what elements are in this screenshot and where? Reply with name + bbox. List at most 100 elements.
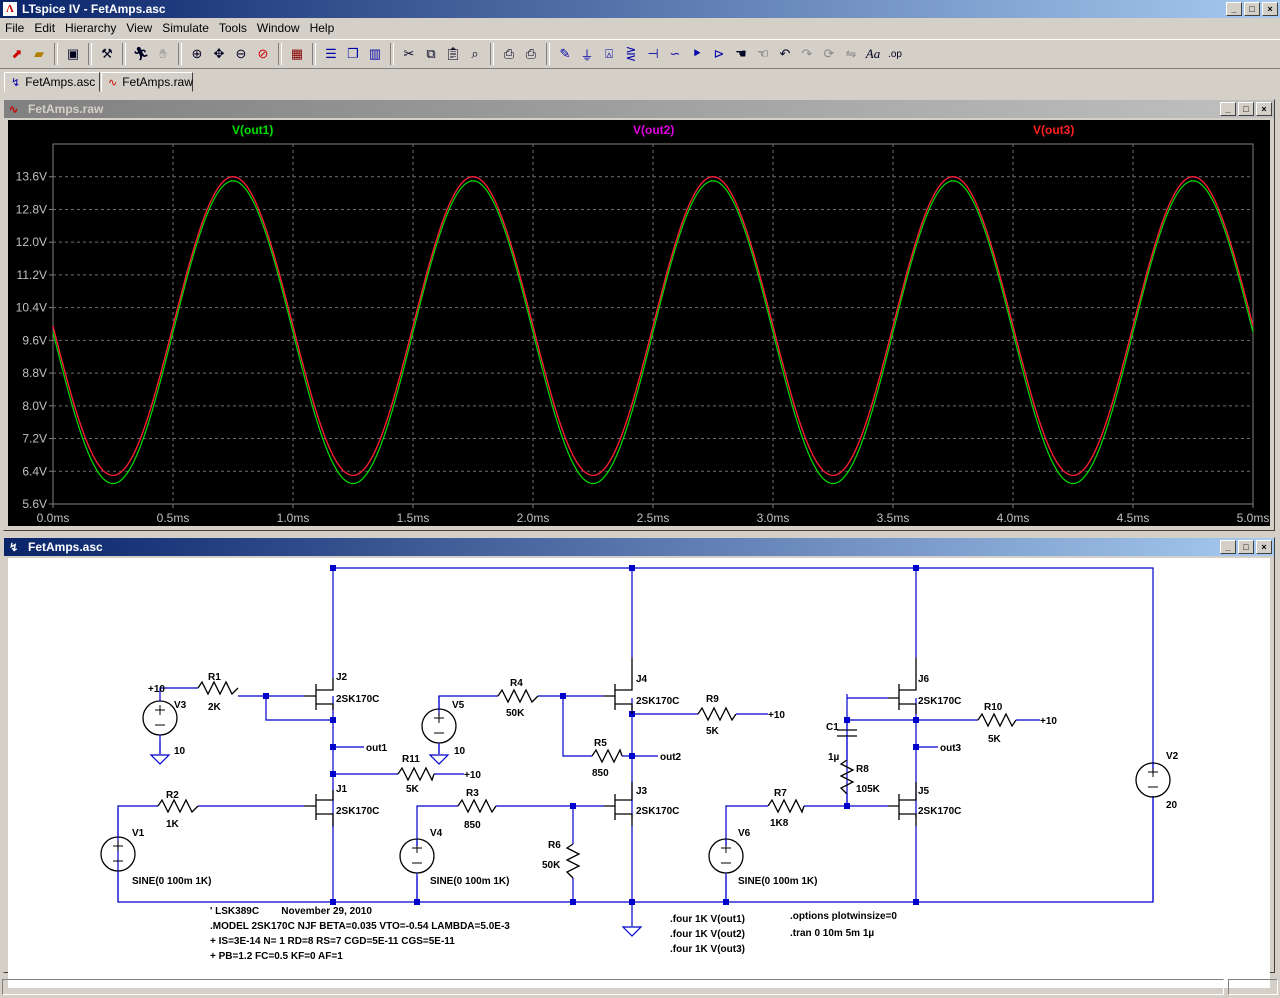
print-icon[interactable]: ⎙ bbox=[521, 44, 541, 64]
redo-icon[interactable]: ↷ bbox=[797, 44, 817, 64]
capacitor-icon[interactable]: ⊣ bbox=[643, 44, 663, 64]
label-v6: V6 bbox=[738, 828, 751, 839]
cut-icon[interactable]: ✂ bbox=[399, 44, 419, 64]
plot-minimize-button[interactable]: _ bbox=[1220, 102, 1236, 116]
label-j3: J3 bbox=[636, 786, 648, 797]
plot-maximize-button[interactable]: □ bbox=[1238, 102, 1254, 116]
menu-simulate[interactable]: Simulate bbox=[157, 21, 214, 35]
status-indicator bbox=[1228, 979, 1278, 995]
waveform-icon: ∿ bbox=[9, 104, 19, 116]
zoom-in-icon[interactable]: ⊕ bbox=[187, 44, 207, 64]
close-button[interactable]: × bbox=[1262, 2, 1278, 16]
maximize-button[interactable]: □ bbox=[1244, 2, 1260, 16]
label-j6: J6 bbox=[918, 674, 930, 685]
y-tick-label: 9.6V bbox=[22, 333, 47, 347]
waveform-icon: ∿ bbox=[108, 76, 118, 89]
label-r3: R3 bbox=[466, 788, 479, 799]
legend-vout2: V(out2) bbox=[633, 123, 674, 137]
label-r4: R4 bbox=[510, 678, 523, 689]
label-r5: R5 bbox=[594, 738, 607, 749]
draw-wire-icon[interactable]: ✎ bbox=[555, 44, 575, 64]
menu-edit[interactable]: Edit bbox=[29, 21, 60, 35]
schematic-window: ↯ FetAmps.asc _ □ × R1 2K R2 1K R3 850 R… bbox=[3, 537, 1275, 988]
status-message bbox=[2, 979, 1224, 995]
menu-help[interactable]: Help bbox=[305, 21, 340, 35]
zoom-cancel-icon[interactable]: ⊘ bbox=[253, 44, 273, 64]
model-j6: 2SK170C bbox=[918, 696, 961, 707]
schematic-drawing[interactable]: R1 2K R2 1K R3 850 R4 50K R5 850 R6 50K … bbox=[8, 558, 1270, 988]
menu-bar: File Edit Hierarchy View Simulate Tools … bbox=[0, 18, 1280, 38]
model-j5: 2SK170C bbox=[918, 806, 961, 817]
plot-window: ∿ FetAmps.raw _ □ × 5.6V 6.4V 7.2V 8.0V 8.8V… bbox=[3, 99, 1275, 531]
ground-icon[interactable]: ⏚ bbox=[577, 44, 597, 64]
x-tick-label: 1.5ms bbox=[397, 511, 430, 525]
paste-icon[interactable]: 📋︎ bbox=[443, 44, 463, 64]
v3-value: 10 bbox=[174, 746, 186, 757]
text-icon[interactable]: Aa bbox=[863, 44, 883, 64]
run-icon[interactable]: 🏃︎ bbox=[131, 44, 151, 64]
resistor-icon[interactable]: ⋛ bbox=[621, 44, 641, 64]
label-v4: V4 bbox=[430, 828, 443, 839]
value-r6: 50K bbox=[542, 860, 561, 871]
plot-close-button[interactable]: × bbox=[1256, 102, 1272, 116]
tile-vertical-icon[interactable]: ▥ bbox=[365, 44, 385, 64]
value-r10: 5K bbox=[988, 734, 1002, 745]
label-c1: C1 bbox=[826, 722, 839, 733]
new-schematic-icon[interactable]: ⬈ bbox=[7, 44, 27, 64]
net-label-out2: out2 bbox=[660, 752, 682, 763]
label-j1: J1 bbox=[336, 784, 348, 795]
diode-icon[interactable]: ⯈ bbox=[687, 44, 707, 64]
menu-file[interactable]: File bbox=[0, 21, 29, 35]
save-icon[interactable]: ▣ bbox=[63, 44, 83, 64]
zoom-out-icon[interactable]: ⊖ bbox=[231, 44, 251, 64]
mirror-icon[interactable]: ⇋ bbox=[841, 44, 861, 64]
rotate-icon[interactable]: ⟳ bbox=[819, 44, 839, 64]
open-icon[interactable]: ▰ bbox=[29, 44, 49, 64]
tile-horizontal-icon[interactable]: ☰ bbox=[321, 44, 341, 64]
find-icon[interactable]: ⌕ bbox=[465, 44, 485, 64]
control-panel-icon[interactable]: ⚒ bbox=[97, 44, 117, 64]
x-tick-label: 0.5ms bbox=[157, 511, 190, 525]
schematic-junctions bbox=[263, 565, 919, 905]
toolbar: ⬈ ▰ ▣ ⚒ 🏃︎ ✋︎ ⊕ ✥ ⊖ ⊘ ▦ ☰ ❐ ▥ ✂ ⧉ 📋︎ ⌕ ⎙… bbox=[0, 39, 1280, 69]
y-tick-label: 5.6V bbox=[22, 497, 47, 511]
component-icon[interactable]: ⊳ bbox=[709, 44, 729, 64]
spice-directive-icon[interactable]: .op bbox=[885, 44, 905, 64]
copy-icon[interactable]: ⧉ bbox=[421, 44, 441, 64]
v4-value: SINE(0 100m 1K) bbox=[430, 876, 509, 887]
move-icon[interactable]: ☚ bbox=[731, 44, 751, 64]
waveform-chart[interactable]: 5.6V 6.4V 7.2V 8.0V 8.8V 9.6V 10.4V 11.2V 12.0V 1… bbox=[8, 120, 1270, 526]
waveform-plot-area[interactable]: 5.6V 6.4V 7.2V 8.0V 8.8V 9.6V 10.4V 11.2V 12.0V 1… bbox=[8, 120, 1270, 526]
schematic-close-button[interactable]: × bbox=[1256, 540, 1272, 554]
tab-schematic[interactable]: ↯ FetAmps.asc bbox=[4, 72, 100, 92]
menu-tools[interactable]: Tools bbox=[214, 21, 252, 35]
inductor-icon[interactable]: ∽ bbox=[665, 44, 685, 64]
menu-hierarchy[interactable]: Hierarchy bbox=[60, 21, 121, 35]
label-j5: J5 bbox=[918, 786, 930, 797]
v6-value: SINE(0 100m 1K) bbox=[738, 876, 817, 887]
print-setup-icon[interactable]: ⎙ bbox=[499, 44, 519, 64]
menu-window[interactable]: Window bbox=[252, 21, 305, 35]
net-label-out1: out1 bbox=[366, 743, 388, 754]
schematic-maximize-button[interactable]: □ bbox=[1238, 540, 1254, 554]
autorange-icon[interactable]: ▦ bbox=[287, 44, 307, 64]
menu-view[interactable]: View bbox=[121, 21, 157, 35]
minimize-button[interactable]: _ bbox=[1226, 2, 1242, 16]
model-comment-line: .MODEL 2SK170C NJF BETA=0.035 VTO=-0.54 … bbox=[210, 921, 510, 932]
zoom-pan-icon[interactable]: ✥ bbox=[209, 44, 229, 64]
label-net-icon[interactable]: ⍓ bbox=[599, 44, 619, 64]
drag-icon[interactable]: ☜ bbox=[753, 44, 773, 64]
y-tick-label: 6.4V bbox=[22, 464, 47, 478]
schematic-canvas[interactable]: R1 2K R2 1K R3 850 R4 50K R5 850 R6 50K … bbox=[8, 558, 1270, 988]
cascade-icon[interactable]: ❐ bbox=[343, 44, 363, 64]
label-r10: R10 bbox=[984, 702, 1003, 713]
plot-legend: V(out1) V(out2) V(out3) bbox=[232, 123, 1074, 137]
value-r11: 5K bbox=[406, 784, 420, 795]
model-comment-line: + PB=1.2 FC=0.5 KF=0 AF=1 bbox=[210, 951, 343, 962]
model-comment-line: ' LSK389C November 29, 2010 bbox=[210, 906, 372, 917]
x-tick-label: 2.5ms bbox=[637, 511, 670, 525]
tab-waveform[interactable]: ∿ FetAmps.raw bbox=[101, 72, 193, 92]
undo-icon[interactable]: ↶ bbox=[775, 44, 795, 64]
halt-icon[interactable]: ✋︎ bbox=[153, 44, 173, 64]
schematic-minimize-button[interactable]: _ bbox=[1220, 540, 1236, 554]
